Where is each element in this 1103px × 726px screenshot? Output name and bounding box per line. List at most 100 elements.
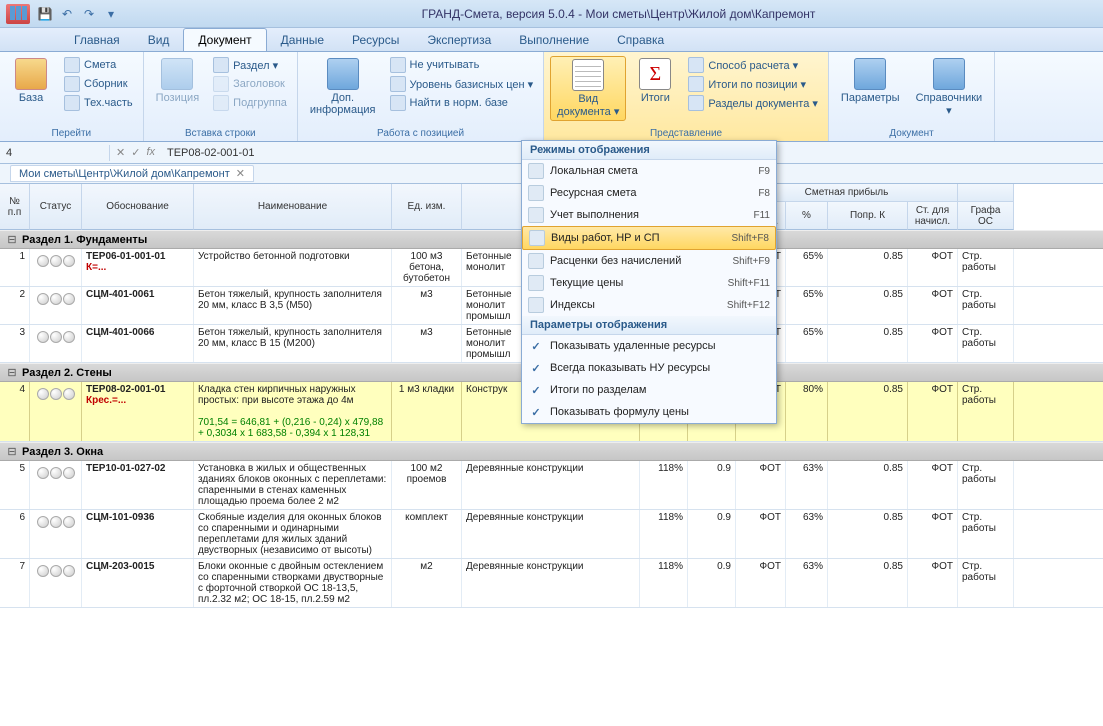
menu-shortcut: Shift+F8 (731, 233, 769, 244)
col-pct[interactable]: % (786, 202, 828, 230)
find-button[interactable]: Найти в норм. базе (386, 94, 538, 112)
table-row[interactable]: 5 ТЕР10-01-027-02 Установка в жилых и об… (0, 461, 1103, 510)
dropdown-check-item[interactable]: ✓ Показывать формулу цены (522, 401, 776, 423)
dropdown-check-item[interactable]: ✓ Показывать удаленные ресурсы (522, 335, 776, 357)
col-pp[interactable]: № п.п (0, 184, 30, 230)
dropdown-item[interactable]: Индексы Shift+F12 (522, 294, 776, 316)
section-row[interactable]: ⊟Раздел 3. Окна (0, 442, 1103, 461)
cell-name: Блоки оконные с двойным остеклением со с… (194, 559, 392, 607)
menu-label: Текущие цены (550, 277, 623, 289)
cell-reference[interactable]: 4 (0, 145, 110, 161)
calc-icon (688, 57, 704, 73)
menu-label: Локальная смета (550, 165, 638, 177)
dropdown-item[interactable]: Учет выполнения F11 (522, 204, 776, 226)
tab-help[interactable]: Справка (603, 29, 678, 51)
level-button[interactable]: Уровень базисных цен ▾ (386, 75, 538, 93)
dropdown-item[interactable]: Расценки без начислений Shift+F9 (522, 250, 776, 272)
tab-document[interactable]: Документ (183, 28, 266, 51)
undo-icon[interactable]: ↶ (58, 5, 76, 23)
tab-expertise[interactable]: Экспертиза (413, 29, 505, 51)
handbooks-button[interactable]: Справочники ▾ (910, 56, 989, 119)
calc-method-button[interactable]: Способ расчета ▾ (684, 56, 822, 74)
cell-graf: Стр. работы (958, 559, 1014, 607)
check-icon: ✓ (528, 404, 544, 420)
doc-sections-button[interactable]: Разделы документа ▾ (684, 94, 822, 112)
position-button[interactable]: Позиция (150, 56, 206, 106)
zagolovok-icon (213, 76, 229, 92)
smeta-button[interactable]: Смета (60, 56, 137, 74)
tab-main[interactable]: Главная (60, 29, 134, 51)
sbornik-button[interactable]: Сборник (60, 75, 137, 93)
dropdown-item[interactable]: Ресурсная смета F8 (522, 182, 776, 204)
status-circle-icon (63, 293, 75, 305)
dropdown-check-item[interactable]: ✓ Итоги по разделам (522, 379, 776, 401)
cell-name: Бетон тяжелый, крупность заполнителя 20 … (194, 287, 392, 324)
cell-pp: 6 (0, 510, 30, 558)
col-status[interactable]: Статус (30, 184, 82, 230)
col-ed[interactable]: Ед. изм. (392, 184, 462, 230)
dop-info-button[interactable]: Доп. информация (304, 56, 382, 118)
razdel-button[interactable]: Раздел ▾ (209, 56, 291, 74)
col-graf-top (958, 184, 1014, 202)
check-icon: ✓ (528, 338, 544, 354)
status-circle-icon (37, 516, 49, 528)
accept-icon[interactable]: ✓ (131, 146, 140, 159)
cell-n2: 0.9 (688, 559, 736, 607)
params-button[interactable]: Параметры (835, 56, 906, 106)
collapse-icon[interactable]: ⊟ (6, 233, 18, 246)
menu-icon (528, 185, 544, 201)
close-tab-icon[interactable]: ✕ (236, 167, 245, 180)
cell-st2: ФОТ (908, 325, 958, 362)
cell-pp: 2 (0, 287, 30, 324)
document-tab[interactable]: Мои сметы\Центр\Жилой дом\Капремонт ✕ (10, 165, 254, 182)
dropdown-item[interactable]: Виды работ, НР и СП Shift+F8 (522, 226, 776, 250)
dropdown-item[interactable]: Локальная смета F9 (522, 160, 776, 182)
cell-code: СЦМ-401-0061 (82, 287, 194, 324)
check-icon: ✓ (528, 382, 544, 398)
status-circle-icon (37, 331, 49, 343)
table-row[interactable]: 7 СЦМ-203-0015 Блоки оконные с двойным о… (0, 559, 1103, 608)
window-title: ГРАНД-Смета, версия 5.0.4 - Мои сметы\Це… (140, 7, 1097, 21)
cell-popr: 0.85 (828, 382, 908, 441)
doc-sections-icon (688, 95, 704, 111)
dropdown-check-item[interactable]: ✓ Всегда показывать НУ ресурсы (522, 357, 776, 379)
base-button[interactable]: База (6, 56, 56, 106)
cell-pp: 1 (0, 249, 30, 286)
col-obosn[interactable]: Обоснование (82, 184, 194, 230)
status-circle-icon (50, 565, 62, 577)
col-popr[interactable]: Попр. К (828, 202, 908, 230)
cell-pp: 7 (0, 559, 30, 607)
tab-resources[interactable]: Ресурсы (338, 29, 413, 51)
status-circle-icon (63, 565, 75, 577)
tab-view[interactable]: Вид (134, 29, 184, 51)
qat-more-icon[interactable]: ▾ (102, 5, 120, 23)
zagolovok-button[interactable]: Заголовок (209, 75, 291, 93)
no-count-button[interactable]: Не учитывать (386, 56, 538, 74)
menu-shortcut: Shift+F9 (732, 256, 770, 267)
itogi-pos-button[interactable]: Итоги по позиции ▾ (684, 75, 822, 93)
tech-button[interactable]: Тех.часть (60, 94, 137, 112)
table-row[interactable]: 6 СЦМ-101-0936 Скобяные изделия для окон… (0, 510, 1103, 559)
cell-status (30, 325, 82, 362)
status-circle-icon (50, 388, 62, 400)
doc-view-button[interactable]: Вид документа ▾ (550, 56, 626, 121)
dropdown-item[interactable]: Текущие цены Shift+F11 (522, 272, 776, 294)
cell-wide: Деревянные конструкции (462, 461, 640, 509)
fx-icon[interactable]: fx (146, 146, 155, 159)
collapse-icon[interactable]: ⊟ (6, 445, 18, 458)
cell-unit: 100 м3 бетона, бутобетон (392, 249, 462, 286)
podgruppa-button[interactable]: Подгруппа (209, 94, 291, 112)
formula-value[interactable]: ТЕР08-02-001-01 (161, 145, 260, 161)
collapse-icon[interactable]: ⊟ (6, 366, 18, 379)
col-graf[interactable]: Графа ОС (958, 202, 1014, 230)
tab-data[interactable]: Данные (267, 29, 338, 51)
cell-n1: 118% (640, 461, 688, 509)
tab-execution[interactable]: Выполнение (505, 29, 603, 51)
cell-pct: 65% (786, 325, 828, 362)
cancel-icon[interactable]: ✕ (116, 146, 125, 159)
col-st2[interactable]: Ст. для начисл. (908, 202, 958, 230)
redo-icon[interactable]: ↷ (80, 5, 98, 23)
itogi-button[interactable]: ΣИтоги (630, 56, 680, 106)
col-naim[interactable]: Наименование (194, 184, 392, 230)
save-icon[interactable]: 💾 (36, 5, 54, 23)
